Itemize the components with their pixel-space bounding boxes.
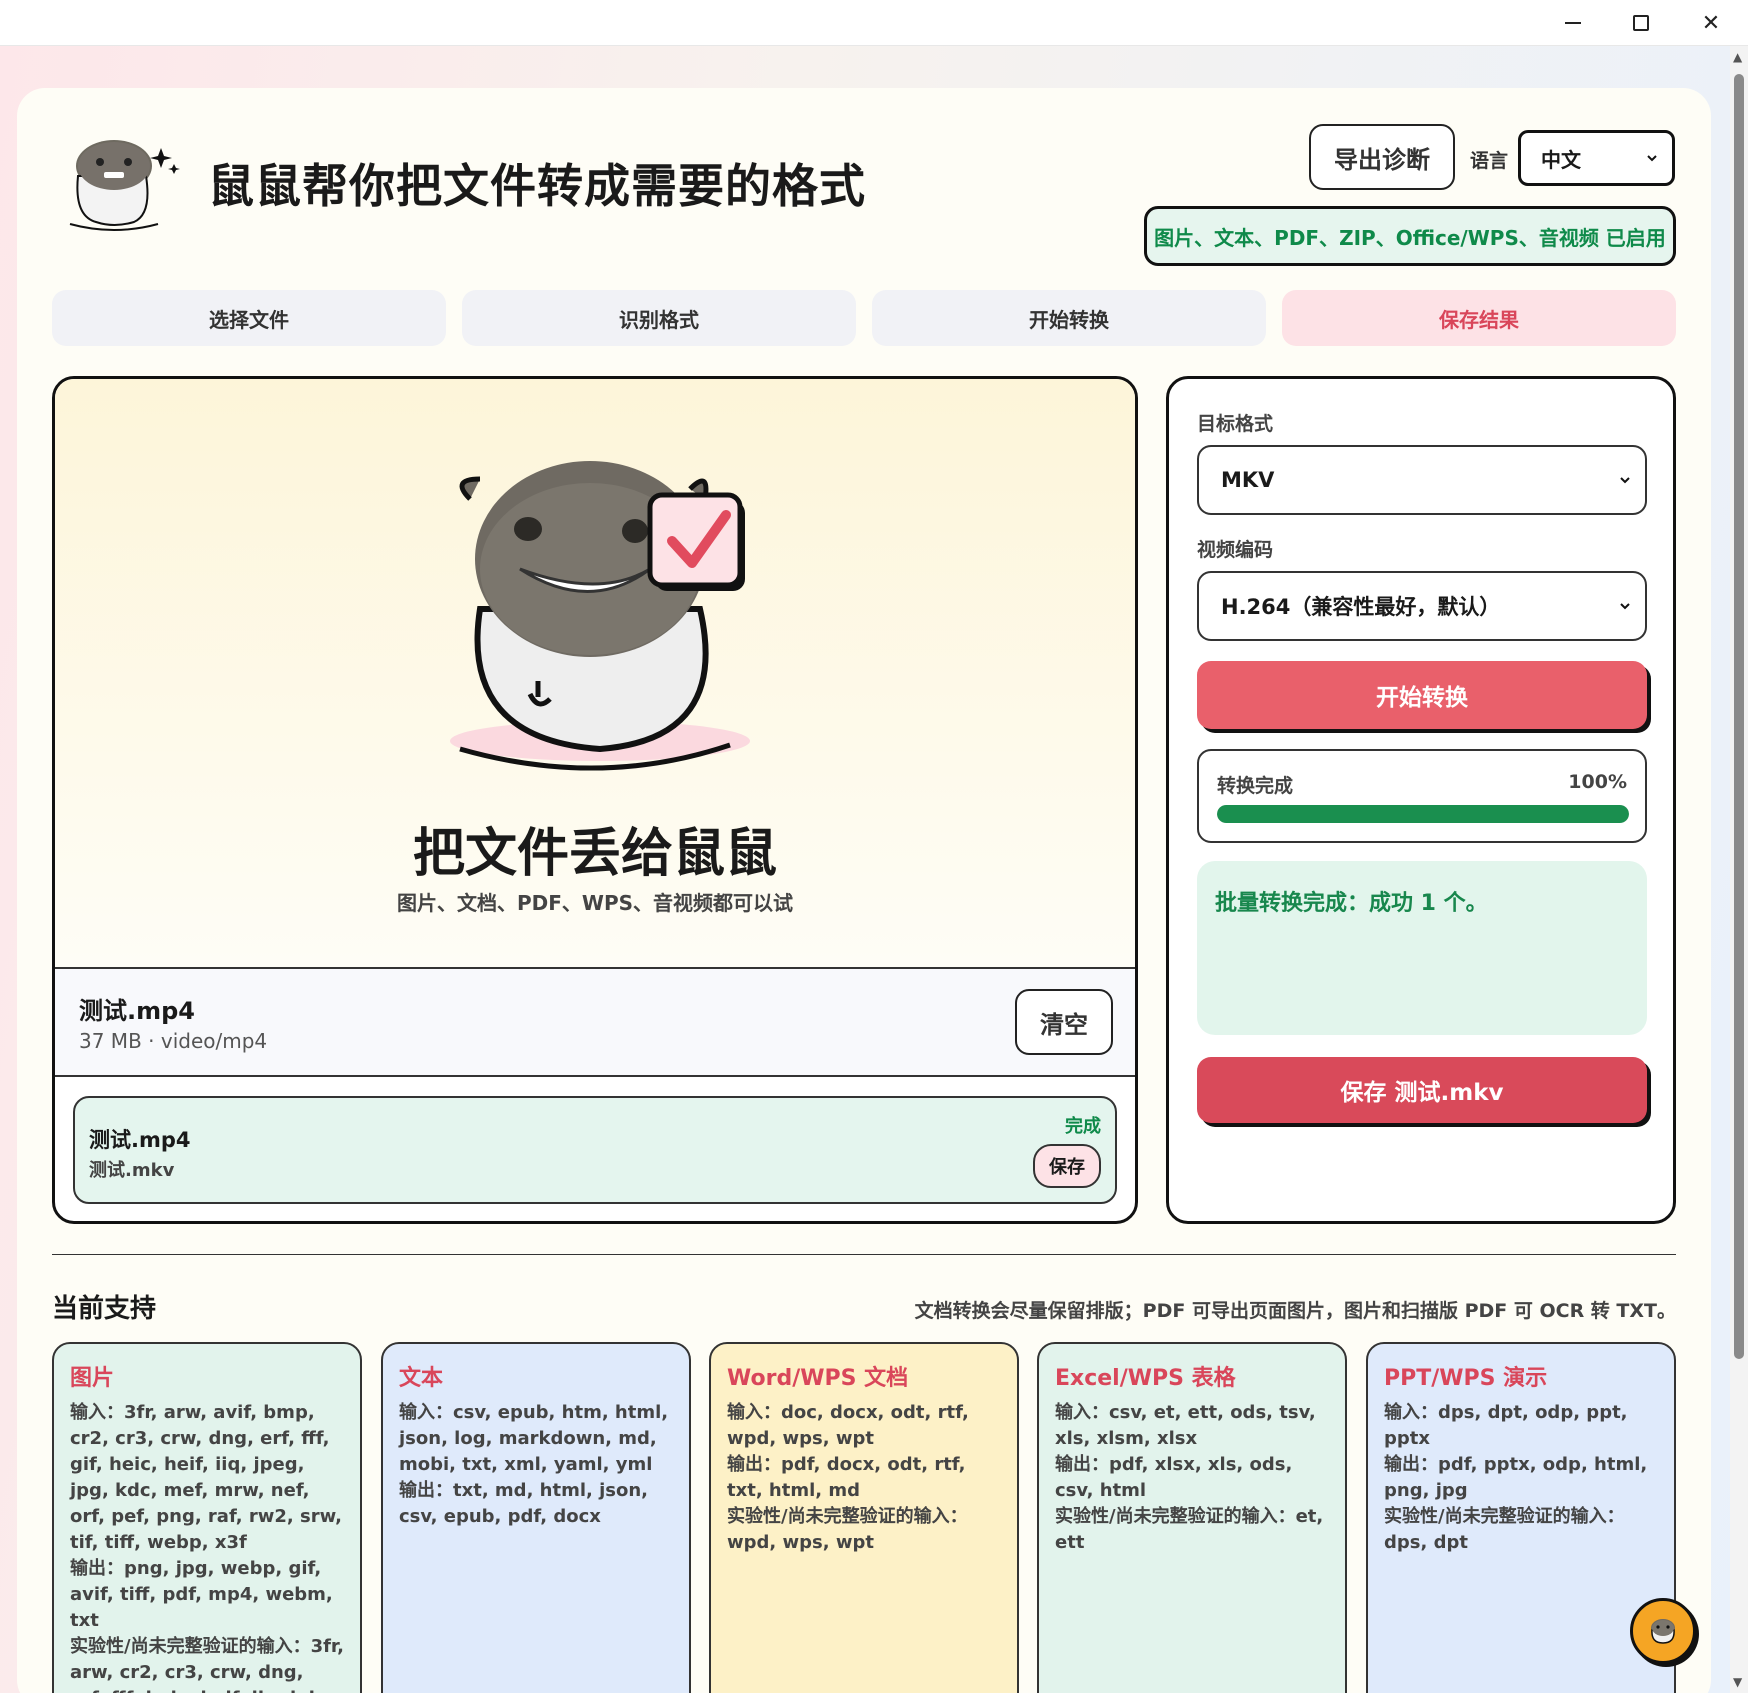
selected-file-row: 测试.mp4 37 MB · video/mp4 清空 xyxy=(55,969,1135,1077)
support-card-excel: Excel/WPS 表格 输入：csv, et, ett, ods, tsv, … xyxy=(1037,1342,1347,1693)
video-codec-select[interactable]: H.264（兼容性最好，默认） xyxy=(1197,571,1647,641)
support-card-output: 输出：pdf, docx, odt, rtf, txt, html, md xyxy=(727,1454,966,1501)
support-card-experimental: 实验性/尚未完整验证的输入：wpd, wps, wpt xyxy=(727,1506,968,1553)
video-codec-label: 视频编码 xyxy=(1197,539,1274,561)
support-card-title: 图片 xyxy=(70,1366,115,1391)
minimize-button[interactable] xyxy=(1538,0,1608,46)
scroll-up-icon[interactable]: ▲ xyxy=(1733,50,1742,64)
hamster-logo-icon xyxy=(69,140,180,231)
support-card-input: 输入：dps, dpt, odp, ppt, pptx xyxy=(1384,1402,1628,1449)
window-titlebar: ✕ xyxy=(0,0,1748,46)
support-card-title: Excel/WPS 表格 xyxy=(1055,1366,1236,1391)
support-card-input: 输入：csv, epub, htm, html, json, log, mark… xyxy=(399,1402,669,1475)
support-card-title: Word/WPS 文档 xyxy=(727,1366,909,1391)
progress-box: 转换完成 100% xyxy=(1197,749,1647,843)
enabled-formats-badge: 图片、文本、PDF、ZIP、Office/WPS、音视频 已启用 xyxy=(1144,206,1676,266)
selected-file-meta: 37 MB · video/mp4 xyxy=(79,1029,268,1053)
support-card-input: 输入：csv, et, ett, ods, tsv, xls, xlsm, xl… xyxy=(1055,1402,1316,1449)
target-format-label: 目标格式 xyxy=(1197,413,1274,435)
support-card-ppt: PPT/WPS 演示 输入：dps, dpt, odp, ppt, pptx 输… xyxy=(1366,1342,1676,1693)
support-card-experimental: 实验性/尚未完整验证的输入：3fr, arw, cr2, cr3, crw, d… xyxy=(70,1636,344,1693)
clear-button[interactable]: 清空 xyxy=(1015,989,1113,1055)
chevron-down-icon xyxy=(1647,155,1657,162)
maximize-button[interactable] xyxy=(1606,0,1676,46)
support-card-input: 输入：3fr, arw, avif, bmp, cr2, cr3, crw, d… xyxy=(70,1402,342,1553)
step-select-file[interactable]: 选择文件 xyxy=(52,290,446,346)
file-drop-panel: 把文件丢给鼠鼠 图片、文档、PDF、WPS、音视频都可以试 测试.mp4 37 … xyxy=(52,376,1138,1224)
batch-result-message: 批量转换完成：成功 1 个。 xyxy=(1197,861,1647,1035)
result-status: 完成 xyxy=(1065,1116,1101,1137)
support-card-output: 输出：pdf, pptx, odp, html, png, jpg xyxy=(1384,1454,1648,1501)
support-card-output: 输出：png, jpg, webp, gif, avif, tiff, pdf,… xyxy=(70,1558,333,1631)
target-format-select[interactable]: MKV xyxy=(1197,445,1647,515)
step-save-result[interactable]: 保存结果 xyxy=(1282,290,1676,346)
support-card-output: 输出：txt, md, html, json, csv, epub, pdf, … xyxy=(399,1480,649,1527)
conversion-result-item: 测试.mp4 测试.mkv 完成 保存 xyxy=(73,1096,1117,1204)
result-output-name: 测试.mkv xyxy=(89,1160,175,1181)
progress-label: 转换完成 xyxy=(1217,775,1294,797)
section-divider xyxy=(52,1254,1676,1255)
export-diagnostics-button[interactable]: 导出诊断 xyxy=(1309,124,1455,190)
progress-bar xyxy=(1217,805,1629,823)
support-card-title: PPT/WPS 演示 xyxy=(1384,1366,1548,1391)
language-value: 中文 xyxy=(1541,147,1581,172)
hamster-icon xyxy=(1651,1619,1675,1644)
support-title: 当前支持 xyxy=(52,1294,157,1324)
drop-zone[interactable]: 把文件丢给鼠鼠 图片、文档、PDF、WPS、音视频都可以试 xyxy=(55,379,1135,969)
support-card-output: 输出：pdf, xlsx, xls, ods, csv, html xyxy=(1055,1454,1293,1501)
language-select[interactable]: 中文 xyxy=(1518,130,1675,186)
maximize-icon xyxy=(1633,15,1649,31)
step-start-convert[interactable]: 开始转换 xyxy=(872,290,1266,346)
step-detect-format[interactable]: 识别格式 xyxy=(462,290,856,346)
result-source-name: 测试.mp4 xyxy=(89,1128,191,1152)
minimize-icon xyxy=(1565,22,1581,24)
chevron-down-icon xyxy=(1620,603,1630,610)
support-card-experimental: 实验性/尚未完整验证的输入：dps, dpt xyxy=(1384,1506,1625,1553)
chevron-down-icon xyxy=(1620,477,1630,484)
result-save-button[interactable]: 保存 xyxy=(1033,1144,1101,1188)
progress-bar-fill xyxy=(1217,805,1629,823)
conversion-options-panel: 目标格式 MKV 视频编码 H.264（兼容性最好，默认） 开始转换 转换完成 … xyxy=(1166,376,1676,1224)
close-button[interactable]: ✕ xyxy=(1676,0,1746,46)
support-card-images: 图片 输入：3fr, arw, avif, bmp, cr2, cr3, crw… xyxy=(52,1342,362,1693)
drop-title: 把文件丢给鼠鼠 xyxy=(412,824,777,884)
save-output-button[interactable]: 保存 测试.mkv xyxy=(1197,1057,1647,1123)
floating-hamster-button[interactable] xyxy=(1630,1598,1696,1664)
app-title: 鼠鼠帮你把文件转成需要的格式 xyxy=(208,159,866,213)
video-codec-value: H.264（兼容性最好，默认） xyxy=(1221,595,1501,619)
progress-percent: 100% xyxy=(1568,771,1627,793)
scrollbar-thumb[interactable] xyxy=(1734,74,1744,1359)
language-label: 语言 xyxy=(1470,150,1509,172)
close-icon: ✕ xyxy=(1701,10,1721,36)
support-card-word: Word/WPS 文档 输入：doc, docx, odt, rtf, wpd,… xyxy=(709,1342,1019,1693)
support-card-experimental: 实验性/尚未完整验证的输入：et, ett xyxy=(1055,1506,1324,1553)
support-card-text: 文本 输入：csv, epub, htm, html, json, log, m… xyxy=(381,1342,691,1693)
target-format-value: MKV xyxy=(1221,468,1275,492)
selected-file-name: 测试.mp4 xyxy=(79,997,196,1025)
support-card-title: 文本 xyxy=(399,1366,444,1391)
start-convert-button[interactable]: 开始转换 xyxy=(1197,661,1647,729)
support-note: 文档转换会尽量保留排版；PDF 可导出页面图片，图片和扫描版 PDF 可 OCR… xyxy=(914,1300,1676,1322)
hamster-mascot-icon xyxy=(450,461,750,771)
scroll-down-icon[interactable]: ▼ xyxy=(1733,1675,1742,1689)
support-card-input: 输入：doc, docx, odt, rtf, wpd, wps, wpt xyxy=(727,1402,969,1449)
drop-subtitle: 图片、文档、PDF、WPS、音视频都可以试 xyxy=(396,891,794,915)
